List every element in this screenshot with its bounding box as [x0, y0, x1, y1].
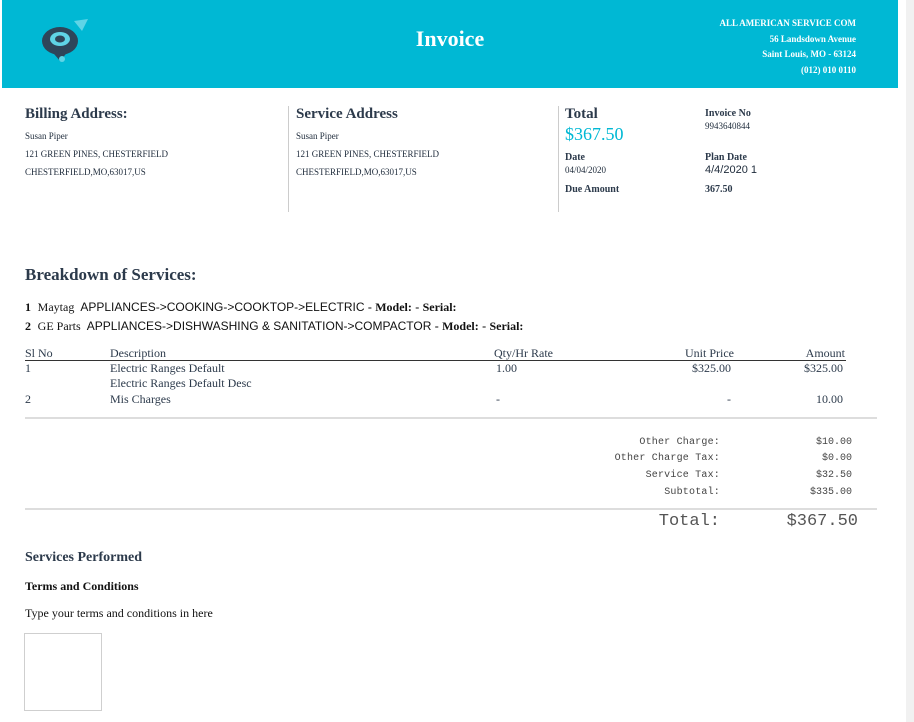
row-sl: 1	[25, 361, 31, 375]
company-phone: (012) 010 0110	[801, 64, 856, 75]
service-sep: -	[482, 319, 487, 333]
row-amount: $325.00	[804, 361, 843, 375]
due-amount-label: Due Amount	[565, 184, 620, 195]
col-header-sl: Sl No	[25, 346, 53, 360]
service-sep: -	[415, 300, 420, 314]
service-category: APPLIANCES->COOKING->COOKTOP->ELECTRIC	[80, 300, 365, 314]
billing-address: Susan Piper 121 GREEN PINES, CHESTERFIEL…	[25, 127, 168, 181]
service-model-label: Model:	[442, 319, 479, 333]
company-name: ALL AMERICAN SERVICE COM	[719, 18, 856, 28]
totals-rule	[25, 508, 877, 510]
service-tax-label: Service Tax:	[645, 470, 720, 481]
invoice-no-value: 9943640844	[705, 121, 750, 131]
service-city: CHESTERFIELD,MO,63017,US	[296, 167, 417, 177]
total-label: Total	[565, 106, 598, 122]
subtotal-value: $335.00	[809, 487, 852, 498]
table-bottom-rule	[25, 417, 877, 419]
other-charge-tax-label: Other Charge Tax:	[614, 453, 720, 464]
terms-heading: Terms and Conditions	[25, 579, 139, 593]
service-address: Susan Piper 121 GREEN PINES, CHESTERFIEL…	[296, 127, 439, 181]
row-description-detail: Electric Ranges Default Desc	[110, 376, 252, 390]
service-sep: -	[367, 300, 372, 314]
service-tax-value: $32.50	[815, 470, 852, 481]
row-amount: 10.00	[816, 392, 843, 406]
plan-date-label: Plan Date	[705, 152, 747, 163]
breakdown-heading: Breakdown of Services:	[25, 265, 197, 284]
row-qty: -	[496, 392, 500, 406]
service-model-label: Model:	[375, 300, 412, 314]
services-performed-heading: Services Performed	[25, 550, 142, 565]
terms-text: Type your terms and conditions in here	[25, 606, 213, 620]
col-header-amount: Amount	[805, 346, 845, 360]
service-line: 2 GE Parts APPLIANCES->DISHWASHING & SAN…	[25, 319, 523, 334]
service-number: 2	[25, 319, 31, 333]
col-header-qty: Qty/Hr Rate	[494, 346, 553, 360]
service-brand: Maytag	[37, 300, 75, 314]
row-unit-price: $325.00	[692, 361, 731, 375]
row-description: Electric Ranges Default	[110, 361, 225, 375]
signature-box	[24, 633, 102, 711]
service-serial-label: Serial:	[489, 319, 524, 333]
company-info: ALL AMERICAN SERVICE COM 56 Landsdown Av…	[720, 16, 856, 78]
subtotal-label: Subtotal:	[664, 487, 720, 498]
service-brand: GE Parts	[37, 319, 81, 333]
billing-street: 121 GREEN PINES, CHESTERFIELD	[25, 149, 169, 159]
row-sl: 2	[25, 392, 31, 406]
due-amount-value: 367.50	[705, 184, 733, 195]
billing-city: CHESTERFIELD,MO,63017,US	[25, 167, 146, 177]
service-number: 1	[25, 300, 31, 314]
service-address-heading: Service Address	[296, 106, 398, 122]
billing-name: Susan Piper	[25, 131, 68, 141]
date-label: Date	[565, 152, 585, 163]
invoice-no-label: Invoice No	[705, 108, 751, 119]
service-street: 121 GREEN PINES, CHESTERFIELD	[296, 149, 440, 159]
row-qty: 1.00	[496, 361, 517, 375]
row-description: Mis Charges	[110, 392, 171, 406]
service-name: Susan Piper	[296, 131, 339, 141]
date-value: 04/04/2020	[565, 165, 607, 175]
other-charge-label: Other Charge:	[639, 437, 720, 448]
grand-total-label: Total:	[658, 512, 720, 531]
divider	[558, 106, 559, 212]
grand-total-value: $367.50	[786, 512, 858, 531]
service-category: APPLIANCES->DISHWASHING & SANITATION->CO…	[86, 319, 432, 333]
divider	[288, 106, 289, 212]
billing-heading: Billing Address:	[25, 106, 128, 122]
other-charge-value: $10.00	[815, 437, 852, 448]
col-header-unit-price: Unit Price	[685, 346, 734, 360]
service-serial-label: Serial:	[422, 300, 457, 314]
col-header-description: Description	[110, 346, 166, 360]
company-address-line2: Saint Louis, MO - 63124	[762, 49, 856, 60]
total-value: $367.50	[565, 124, 624, 144]
service-line: 1 Maytag APPLIANCES->COOKING->COOKTOP->E…	[25, 300, 457, 315]
plan-date-value: 4/4/2020 1	[705, 164, 757, 176]
other-charge-tax-value: $0.00	[821, 453, 852, 464]
row-unit-price: -	[727, 392, 731, 406]
scrollbar[interactable]	[906, 0, 914, 722]
service-sep: -	[434, 319, 439, 333]
invoice-header: Invoice ALL AMERICAN SERVICE COM 56 Land…	[2, 0, 898, 88]
company-address-line1: 56 Landsdown Avenue	[769, 33, 856, 44]
